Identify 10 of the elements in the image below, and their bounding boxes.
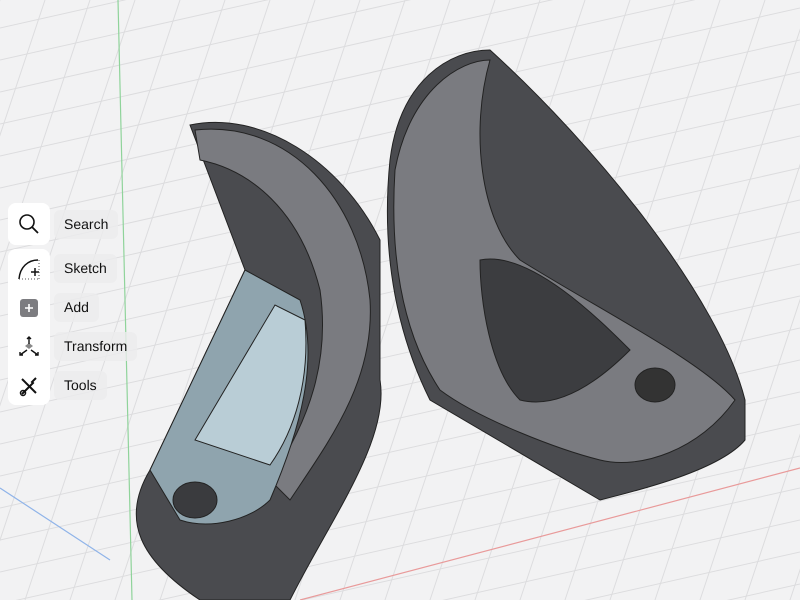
tool-label: Transform (54, 332, 138, 361)
search-button[interactable] (8, 203, 50, 245)
transform-icon (17, 334, 41, 358)
tool-label: Tools (54, 371, 107, 400)
sketch-arc-icon (16, 256, 42, 280)
search-label: Search (54, 210, 118, 238)
tool-label: Sketch (54, 254, 117, 283)
add-icon (18, 296, 40, 318)
search-icon (18, 213, 40, 235)
tool-label: Add (54, 293, 99, 322)
